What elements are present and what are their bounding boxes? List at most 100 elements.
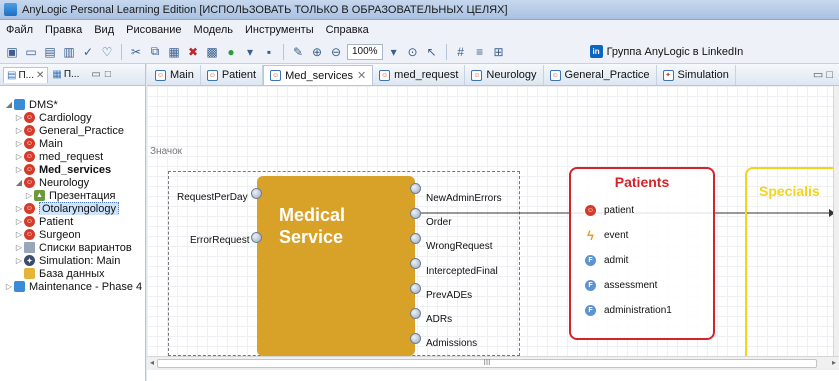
minimize-icon[interactable]: ▭	[91, 69, 100, 80]
stop-icon[interactable]: ▪	[261, 44, 277, 60]
paste-icon[interactable]: ▦	[166, 44, 182, 60]
tree-item-presentation[interactable]: ▷ ▲ Презентация	[0, 189, 145, 202]
zoom-dropdown-icon[interactable]: ▾	[386, 44, 402, 60]
tab-patient[interactable]: ☺ Patient	[201, 65, 264, 85]
collapse-arrow-icon[interactable]: ▷	[14, 165, 24, 174]
delete-icon[interactable]: ✖	[185, 44, 201, 60]
collapse-arrow-icon[interactable]: ▷	[24, 191, 34, 200]
collapse-arrow-icon[interactable]: ▷	[14, 126, 24, 135]
tree-item-med-services[interactable]: ▷ ☺ Med_services	[0, 163, 145, 176]
patients-item-patient[interactable]: ☺ patient	[585, 205, 634, 216]
save-all-icon[interactable]: ▥	[61, 44, 77, 60]
collapse-arrow-icon[interactable]: ▷	[14, 256, 24, 265]
minimize-icon[interactable]: ▭ □	[813, 68, 833, 81]
close-icon[interactable]: ✕	[357, 69, 366, 82]
tab-palette[interactable]: ▦ П...	[52, 69, 79, 80]
zoom-in-icon[interactable]: ⊕	[309, 44, 325, 60]
menu-draw[interactable]: Рисование	[126, 24, 181, 36]
patients-item-event[interactable]: ϟ event	[585, 228, 628, 243]
tree-item-dms[interactable]: ◢ DMS*	[0, 98, 145, 111]
output-port[interactable]	[410, 333, 421, 344]
agent-icon: ☺	[24, 203, 35, 214]
select-icon[interactable]: ↖	[424, 44, 440, 60]
run-icon[interactable]: ●	[223, 44, 239, 60]
tree-item-otolaryngology[interactable]: ▷ ☺ Otolaryngology	[0, 202, 145, 215]
menu-model[interactable]: Модель	[194, 24, 233, 36]
patients-item-assessment[interactable]: F assessment	[585, 280, 657, 291]
tree-item-general-practice[interactable]: ▷ ☺ General_Practice	[0, 124, 145, 137]
tab-med-services[interactable]: ☺ Med_services ✕	[263, 65, 374, 85]
open-icon[interactable]: ▭	[23, 44, 39, 60]
tree-item-option-lists[interactable]: ▷ Списки вариантов	[0, 241, 145, 254]
pen-icon[interactable]: ✎	[290, 44, 306, 60]
zoom-level-field[interactable]: 100%	[347, 43, 383, 60]
menu-view[interactable]: Вид	[94, 24, 114, 36]
layers-icon[interactable]: ≡	[472, 44, 488, 60]
copy-icon[interactable]: ⧉	[147, 44, 163, 60]
output-port[interactable]	[410, 283, 421, 294]
scroll-right-icon[interactable]: ▸	[832, 358, 836, 367]
database-icon[interactable]: ▩	[204, 44, 220, 60]
tree-item-cardiology[interactable]: ▷ ☺ Cardiology	[0, 111, 145, 124]
tab-simulation[interactable]: ✦ Simulation	[657, 65, 736, 85]
menu-tools[interactable]: Инструменты	[245, 24, 314, 36]
input-port[interactable]	[251, 232, 262, 243]
collapse-arrow-icon[interactable]: ▷	[14, 113, 24, 122]
menu-file[interactable]: Файл	[6, 24, 33, 36]
output-port[interactable]	[410, 308, 421, 319]
tab-main[interactable]: ☺ Main	[149, 65, 201, 85]
scroll-thumb[interactable]: III	[157, 359, 817, 368]
collapse-arrow-icon[interactable]: ▷	[14, 243, 24, 252]
vertical-scrollbar[interactable]	[833, 86, 839, 356]
align-icon[interactable]: ⊞	[491, 44, 507, 60]
horizontal-scrollbar[interactable]: ◂ III ▸	[147, 356, 839, 370]
tree-item-patient[interactable]: ▷ ☺ Patient	[0, 215, 145, 228]
scroll-left-icon[interactable]: ◂	[150, 358, 154, 367]
list-icon	[24, 242, 35, 253]
menu-edit[interactable]: Правка	[45, 24, 82, 36]
tree-item-simulation-main[interactable]: ▷ ✦ Simulation: Main	[0, 254, 145, 267]
new-model-icon[interactable]: ▣	[4, 44, 20, 60]
cut-icon[interactable]: ✂	[128, 44, 144, 60]
tree-item-maintenance[interactable]: ▷ Maintenance - Phase 4	[0, 280, 145, 293]
output-port[interactable]	[410, 183, 421, 194]
tab-neurology[interactable]: ☺ Neurology	[465, 65, 544, 85]
tree-item-med-request[interactable]: ▷ ☺ med_request	[0, 150, 145, 163]
menu-help[interactable]: Справка	[326, 24, 369, 36]
zoom-out-icon[interactable]: ⊖	[328, 44, 344, 60]
linkedin-group-link[interactable]: in Группа AnyLogic в LinkedIn	[589, 45, 743, 58]
tab-general-practice[interactable]: ☺ General_Practice	[544, 65, 657, 85]
collapse-arrow-icon[interactable]: ▷	[14, 152, 24, 161]
expand-arrow-icon[interactable]: ◢	[14, 178, 24, 187]
clean-icon[interactable]: ♡	[99, 44, 115, 60]
tab-med-request[interactable]: ☺ med_request	[373, 65, 466, 85]
diagram-canvas[interactable]: Значок Medical Service RequestPerDay Err…	[147, 86, 835, 356]
tree-item-surgeon[interactable]: ▷ ☺ Surgeon	[0, 228, 145, 241]
patients-group-box[interactable]: Patients ☺ patient ϟ event F admit F ass…	[569, 167, 715, 340]
collapse-arrow-icon[interactable]: ▷	[14, 230, 24, 239]
event-icon: ϟ	[587, 228, 594, 243]
tree-item-neurology[interactable]: ◢ ☺ Neurology	[0, 176, 145, 189]
output-port[interactable]	[410, 208, 421, 219]
tab-projects[interactable]: ▤ П... ✕	[3, 66, 49, 83]
grid-icon[interactable]: #	[453, 44, 469, 60]
save-icon[interactable]: ▤	[42, 44, 58, 60]
collapse-arrow-icon[interactable]: ▷	[4, 282, 14, 291]
expand-arrow-icon[interactable]: ◢	[4, 100, 14, 109]
build-icon[interactable]: ✓	[80, 44, 96, 60]
collapse-arrow-icon[interactable]: ▷	[14, 217, 24, 226]
tree-item-main[interactable]: ▷ ☺ Main	[0, 137, 145, 150]
run-dropdown-icon[interactable]: ▾	[242, 44, 258, 60]
collapse-arrow-icon[interactable]: ▷	[14, 204, 24, 213]
output-port[interactable]	[410, 233, 421, 244]
collapse-arrow-icon[interactable]: ▷	[14, 139, 24, 148]
patients-item-admit[interactable]: F admit	[585, 255, 628, 266]
tree-item-database[interactable]: База данных	[0, 267, 145, 280]
medical-service-block[interactable]	[257, 176, 415, 356]
input-port[interactable]	[251, 188, 262, 199]
maximize-icon[interactable]: □	[105, 69, 111, 80]
patients-item-administration1[interactable]: F administration1	[585, 305, 672, 316]
output-port[interactable]	[410, 258, 421, 269]
zoom-fit-icon[interactable]: ⊙	[405, 44, 421, 60]
specialists-group-box[interactable]: Specialis	[745, 167, 835, 356]
